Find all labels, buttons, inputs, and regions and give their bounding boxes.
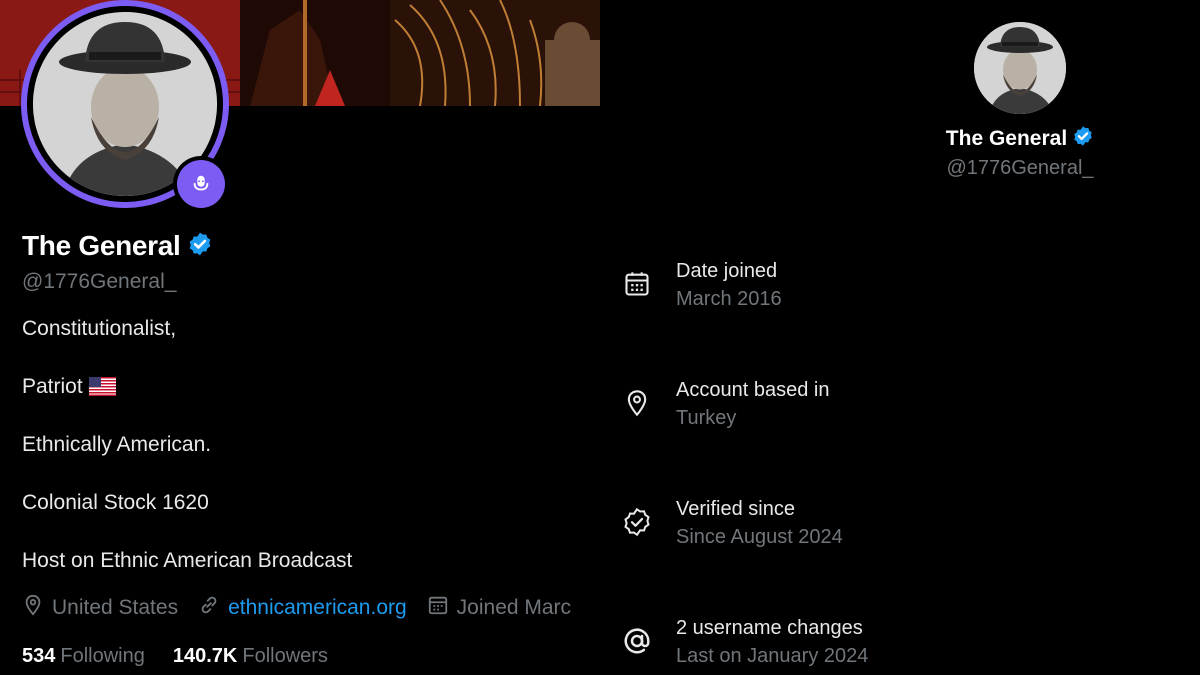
joined-item: Joined Marc: [427, 594, 571, 622]
location-pin-icon: [22, 594, 44, 622]
bio-text: Patriot: [22, 375, 83, 398]
profile-meta: United States ethnicamerican.org Joined …: [22, 594, 591, 622]
about-name-row: The General: [600, 125, 1200, 152]
info-text: Verified since Since August 2024: [676, 495, 843, 551]
bio-text: Colonial Stock 1620: [22, 491, 209, 514]
bio-line: Constitutionalist,: [22, 316, 582, 374]
bio-line: Colonial Stock 1620: [22, 490, 582, 548]
profile-screen: The General @1776General_ Constitutional…: [0, 0, 1200, 675]
info-text: Date joined March 2016: [676, 257, 782, 313]
follow-stats: 534 Following 140.7K Followers: [22, 645, 356, 668]
profile-bio: Constitutionalist, Patriot Ethnically Am…: [22, 316, 582, 606]
display-name: The General: [22, 230, 181, 261]
info-value: Turkey: [676, 407, 737, 429]
info-value: March 2016: [676, 288, 782, 310]
calendar-icon: [620, 267, 654, 301]
following-count[interactable]: 534: [22, 645, 55, 668]
us-flag-icon: [88, 377, 116, 396]
info-value: Last on January 2024: [676, 645, 869, 667]
location-text: United States: [52, 596, 179, 619]
location-pin-icon: [620, 386, 654, 420]
bio-line: Ethnically American.: [22, 432, 582, 490]
bio-line: Patriot: [22, 374, 582, 432]
website-link[interactable]: ethnicamerican.org: [228, 596, 407, 620]
profile-header: The General @1776General_ Constitutional…: [0, 0, 600, 675]
followers-count[interactable]: 140.7K: [173, 645, 238, 668]
info-title: Account based in: [676, 379, 830, 401]
joined-text: Joined Marc: [456, 596, 572, 619]
followers-label[interactable]: Followers: [242, 645, 328, 668]
info-username-changes: 2 username changes Last on January 2024: [620, 614, 1180, 670]
info-value: Since August 2024: [676, 526, 843, 548]
microphone-icon: [177, 160, 225, 208]
link-icon: [198, 594, 220, 622]
website-item[interactable]: ethnicamerican.org: [198, 594, 407, 622]
info-text: 2 username changes Last on January 2024: [676, 614, 868, 670]
about-display-name: The General: [945, 126, 1068, 150]
following-label[interactable]: Following: [60, 645, 144, 668]
about-handle: @1776General_: [946, 157, 1094, 179]
info-title: Verified since: [676, 498, 795, 520]
bio-text: Host on Ethnic American Broadcast: [22, 549, 353, 572]
verified-badge-icon: [1072, 125, 1094, 152]
info-title: Date joined: [676, 260, 778, 282]
bio-text: Ethnically American.: [22, 433, 212, 456]
info-date-joined: Date joined March 2016: [620, 257, 1180, 313]
bio-text: Constitutionalist,: [22, 317, 177, 340]
calendar-icon: [427, 594, 449, 622]
about-avatar: [974, 22, 1066, 114]
about-account-panel: The General @1776General_ Date joined Ma…: [600, 0, 1200, 675]
info-verified-since: Verified since Since August 2024: [620, 495, 1180, 551]
info-account-based: Account based in Turkey: [620, 376, 1180, 432]
verified-badge-icon[interactable]: [187, 231, 213, 262]
location-item: United States: [22, 594, 178, 622]
at-sign-icon: [620, 624, 654, 658]
profile-handle: @1776General_: [22, 270, 177, 293]
info-text: Account based in Turkey: [676, 376, 829, 432]
profile-name-row: The General: [22, 230, 213, 262]
verified-check-icon: [620, 505, 654, 539]
spaces-badge[interactable]: [173, 156, 229, 212]
info-title: 2 username changes: [676, 617, 863, 639]
